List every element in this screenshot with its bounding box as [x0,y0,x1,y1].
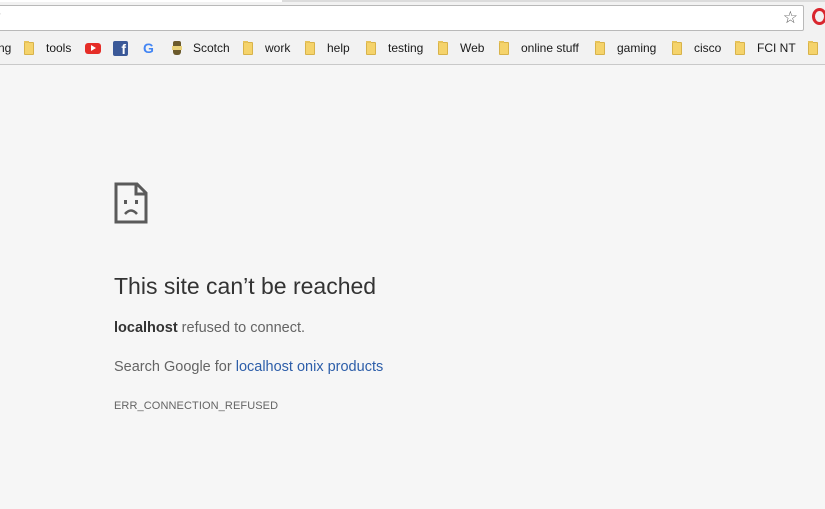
bookmark-label: FCI NT [757,41,796,55]
search-suggestion: Search Google for localhost onix product… [114,358,383,376]
bookmark-overflow[interactable] [806,37,825,59]
error-host: localhost [114,320,178,336]
bookmarks-bar: ng tools f G Scotch work help testing We… [0,37,825,59]
error-code: ERR_CONNECTION_REFUSED [114,400,279,412]
bookmark-gaming[interactable]: gaming [593,37,656,59]
bookmark-label: help [327,41,350,55]
bookmark-help[interactable]: help [303,37,350,59]
browser-toolbar: / ☆ ng tools f G Scotch work [0,0,825,65]
search-google-link[interactable]: localhost onix products [236,359,384,375]
folder-icon [497,40,513,56]
folder-icon [241,40,257,56]
youtube-icon [85,40,101,56]
bookmark-label: cisco [694,41,722,55]
bookmark-label: testing [388,41,424,55]
bookmark-fci-nt[interactable]: FCI NT [733,37,796,59]
bookmark-label: gaming [617,41,657,55]
opera-extension-icon[interactable] [812,8,825,25]
bookmark-label: Scotch [193,41,230,55]
scotch-icon [169,40,185,56]
bookmark-youtube[interactable] [85,37,109,59]
bookmark-cisco[interactable]: cisco [670,37,721,59]
folder-icon [593,40,609,56]
bookmark-label: ng [0,41,12,55]
active-tab-edge[interactable] [0,0,282,2]
bookmark-work[interactable]: work [241,37,290,59]
bookmark-label: tools [46,41,72,55]
bookmark-web[interactable]: Web [436,37,484,59]
folder-icon [364,40,380,56]
error-detail: localhost refused to connect. [114,319,305,337]
bookmark-star-icon[interactable]: ☆ [783,8,798,28]
folder-icon [806,40,822,56]
folder-icon [22,40,38,56]
error-title: This site can’t be reached [114,273,377,299]
bookmark-online-stuff[interactable]: online stuff [497,37,579,59]
bookmark-google[interactable]: G [141,37,165,59]
bookmark-testing[interactable]: testing [364,37,423,59]
bookmark-tools[interactable]: tools [22,37,71,59]
sad-page-icon [114,182,148,224]
folder-icon [436,40,452,56]
folder-icon [303,40,319,56]
bookmark-label: work [265,41,291,55]
search-prefix: Search Google for [114,359,236,375]
bookmark-label: online stuff [521,41,579,55]
bookmark-ng[interactable]: ng [0,37,11,59]
bookmark-label: Web [460,41,485,55]
error-refused-text: refused to connect. [177,320,306,336]
tab-strip [0,0,825,2]
address-bar[interactable]: / ☆ [0,5,804,31]
bookmark-facebook[interactable]: f [113,37,136,59]
folder-icon [733,40,749,56]
facebook-icon: f [113,40,128,56]
folder-icon [670,40,686,56]
bookmark-scotch[interactable]: Scotch [169,37,230,59]
google-icon: G [143,40,154,56]
